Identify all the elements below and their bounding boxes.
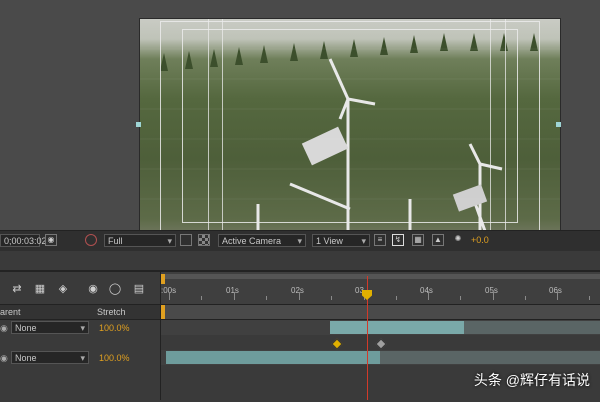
viewer-toolbar: 0;00:03:02 ◉ Full Active Camera 1 View ≡… <box>0 230 600 251</box>
ruler-label: 05s <box>485 286 498 295</box>
timecode-display[interactable]: 0;00:03:02 <box>0 234 47 247</box>
time-ruler[interactable]: :00s 01s 02s 03 04s 05s 06s <box>160 272 600 304</box>
guide-line <box>208 19 209 231</box>
work-area-bar[interactable] <box>161 274 600 279</box>
stretch-value[interactable]: 100.0% <box>99 323 130 333</box>
guide-line <box>505 19 506 231</box>
camera-view-dropdown[interactable]: Active Camera <box>218 234 306 248</box>
work-area-start-handle[interactable] <box>161 274 165 284</box>
parent-dropdown[interactable]: None <box>11 351 89 365</box>
graph-editor-icon[interactable]: ▤ <box>132 282 146 296</box>
ruler-label: 06s <box>549 286 562 295</box>
panel-divider <box>0 251 600 270</box>
channels-rgb-icon[interactable] <box>85 234 97 246</box>
property-track <box>160 336 600 350</box>
stretch-value[interactable]: 100.0% <box>99 353 130 363</box>
layer-bar-tail <box>464 321 600 334</box>
snapshot-camera-icon[interactable]: ◉ <box>45 234 57 246</box>
ruler-label: 01s <box>226 286 239 295</box>
parent-dropdown[interactable]: None <box>11 321 89 335</box>
parent-column-header[interactable]: arent <box>0 307 21 317</box>
layer-handle-right[interactable] <box>556 122 561 127</box>
layer-duration-bar[interactable] <box>166 351 380 364</box>
composition-mini-flowchart-icon[interactable]: ⇄ <box>10 282 24 296</box>
exposure-value[interactable]: +0.0 <box>468 234 496 247</box>
ruler-label: 04s <box>420 286 433 295</box>
hide-shy-layers-icon[interactable]: ◈ <box>56 282 70 296</box>
region-of-interest-icon[interactable] <box>180 234 192 246</box>
layer-handle-left[interactable] <box>136 122 141 127</box>
frame-blending-icon[interactable]: ◉ <box>86 282 100 296</box>
transparency-grid-icon[interactable] <box>198 234 210 246</box>
flowchart-icon[interactable]: ▲ <box>432 234 444 246</box>
fast-previews-icon[interactable]: ↯ <box>392 234 404 246</box>
action-safe-guide <box>160 21 540 231</box>
layer-track <box>160 350 600 365</box>
layer-row[interactable]: ◉ None 100.0% <box>0 350 160 365</box>
layer-row[interactable]: ◉ None 100.0% <box>0 320 160 335</box>
resolution-dropdown[interactable]: Full <box>104 234 176 248</box>
layer-bar-tail <box>380 351 600 364</box>
timeline-column-headers: arent Stretch <box>0 304 160 320</box>
toggle-pixel-aspect-icon[interactable]: ≡ <box>374 234 386 246</box>
view-layout-dropdown[interactable]: 1 View <box>312 234 370 248</box>
layer-duration-bar[interactable] <box>330 321 464 334</box>
guide-line <box>490 19 491 231</box>
guide-line <box>222 19 223 231</box>
stretch-column-header[interactable]: Stretch <box>97 307 126 317</box>
timeline-icon[interactable]: ▦ <box>412 234 424 246</box>
panel-separator <box>160 272 161 400</box>
composition-frame[interactable] <box>139 18 561 232</box>
eye-icon[interactable]: ◉ <box>0 353 8 364</box>
motion-blur-icon[interactable]: ◯ <box>108 282 122 296</box>
eye-icon[interactable]: ◉ <box>0 323 8 334</box>
reset-exposure-icon[interactable]: ✺ <box>452 234 464 246</box>
draft-3d-icon[interactable]: ▦ <box>33 282 47 296</box>
timeline-header-track <box>160 304 600 320</box>
layer-track <box>160 320 600 335</box>
keyframe-marker[interactable] <box>331 338 343 350</box>
keyframe-marker[interactable] <box>375 338 387 350</box>
timeline-switches-bar: ⇄ ▦ ◈ ◉ ◯ ▤ <box>0 272 160 304</box>
watermark-text: 头条 @辉仔有话说 <box>473 372 590 388</box>
ruler-label: 02s <box>291 286 304 295</box>
